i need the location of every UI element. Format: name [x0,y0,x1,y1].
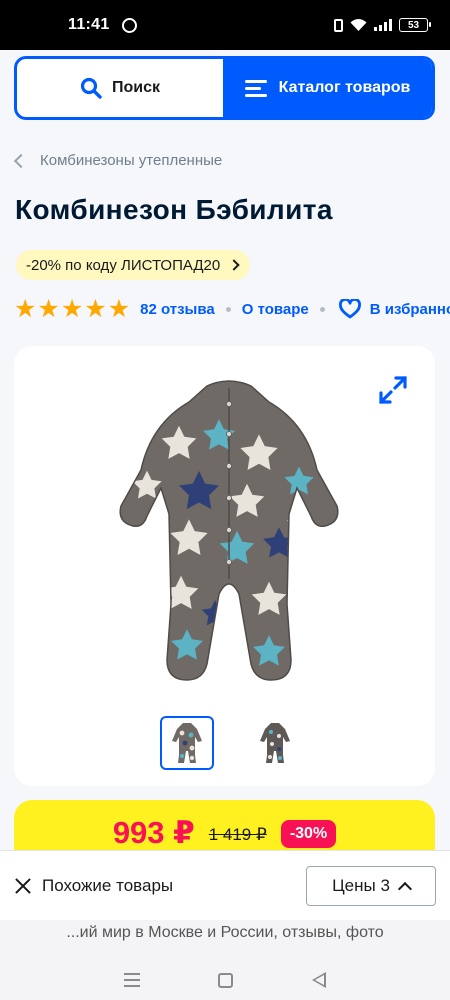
rating-stars[interactable]: ★ ★ ★ ★ ★ [14,295,131,323]
favorite-label: В избранное [369,300,450,318]
status-icons: 53 [334,18,431,32]
expand-icon[interactable] [377,374,409,406]
star-icon: ★ [107,295,131,323]
chevron-right-icon [228,259,240,271]
favorite-button[interactable]: В избранное [338,299,450,319]
menu-icon [244,79,267,97]
promo-text: -20% по коду ЛИСТОПАД20 [26,256,221,274]
battery-icon: 53 [399,18,431,32]
browser-page-title[interactable]: ...ий мир в Москве и России, отзывы, фот… [0,924,450,942]
close-icon[interactable] [14,877,32,895]
price-bar: 993 ₽ 1 419 ₽ -30% [14,800,435,850]
recent-apps-button[interactable] [124,973,141,987]
prices-button[interactable]: Цены 3 [306,865,436,906]
product-meta-row: ★ ★ ★ ★ ★ 82 отзыва О товаре В избранное [14,295,450,323]
status-time: 11:41 [68,16,110,33]
whatsapp-icon [121,17,137,33]
status-bar: 11:41 53 [0,0,450,50]
catalog-button[interactable]: Каталог товаров [223,59,432,117]
thumbnail-2[interactable] [248,716,302,770]
star-icon: ★ [37,295,60,323]
browser-footer: ...ий мир в Москве и России, отзывы, фот… [0,920,450,1000]
product-image[interactable] [119,374,339,686]
chevron-up-icon [397,881,412,896]
search-button[interactable]: Поиск [17,59,223,117]
prices-label: Цены 3 [332,875,390,895]
similar-products-label[interactable]: Похожие товары [42,876,173,896]
signal-icon [374,19,392,31]
back-chevron-icon [13,153,29,168]
breadcrumb-label: Комбинезоны утепленные [40,152,223,169]
breadcrumb[interactable]: Комбинезоны утепленные [13,152,223,169]
top-nav: Поиск Каталог товаров [14,56,435,120]
star-icon: ★ [60,295,84,323]
search-label: Поиск [111,79,160,96]
similar-products-bar: Похожие товары Цены 3 [0,850,450,920]
gallery-thumbnails [160,716,302,770]
star-icon: ★ [14,295,37,323]
heart-icon [338,299,361,319]
about-link[interactable]: О товаре [242,301,309,318]
promo-badge[interactable]: -20% по коду ЛИСТОПАД20 [16,250,251,280]
back-button[interactable] [311,972,326,988]
page-title: Комбинезон Бэбилита [15,194,333,225]
wifi-icon [350,19,367,31]
product-page: Поиск Каталог товаров Комбинезоны утепле… [0,50,450,850]
separator-dot [319,306,325,312]
thumbnail-1[interactable] [160,716,214,770]
old-price: 1 419 ₽ [208,825,267,844]
search-icon [80,77,102,99]
battery-level: 53 [407,19,420,31]
star-icon: ★ [84,295,107,323]
android-nav-bar [0,960,450,1000]
discount-badge: -30% [280,820,337,848]
reviews-link[interactable]: 82 отзыва [140,301,215,318]
catalog-label: Каталог товаров [278,79,411,96]
vibrate-icon [334,18,343,32]
home-button[interactable] [218,972,234,988]
current-price: 993 ₽ [112,815,195,850]
thumbnail-image [172,723,202,763]
thumbnail-image [260,723,290,763]
separator-dot [225,306,231,312]
product-gallery [14,346,435,786]
